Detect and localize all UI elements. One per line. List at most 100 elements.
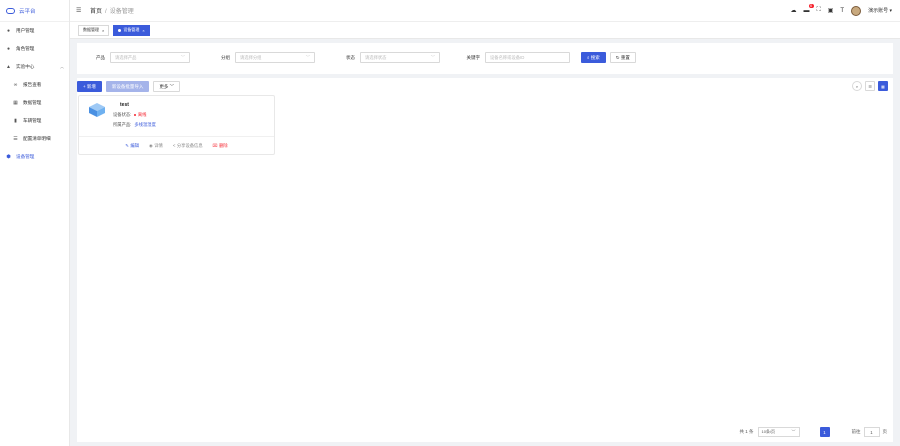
- sidebar-item-label: 实验中心: [16, 64, 35, 69]
- sidebar-item-lab-center[interactable]: ▲ 实验中心 ︿: [0, 58, 69, 76]
- user-icon: ●: [6, 27, 11, 34]
- sidebar: 云平台 ● 用户管理 ● 角色管理 ▲ 实验中心 ︿ ∞ 报告查看 ▦ 数据管理…: [0, 0, 70, 446]
- sidebar-item-label: 设备管理: [16, 154, 35, 159]
- sidebar-item-roles[interactable]: ● 角色管理: [0, 40, 69, 58]
- sidebar-item-data[interactable]: ▦ 数据管理: [0, 94, 69, 112]
- report-icon: ∞: [13, 81, 18, 88]
- breadcrumb-current: 设备管理: [109, 9, 134, 15]
- font-size-icon[interactable]: T: [840, 8, 844, 14]
- home-icon: ▲: [6, 63, 11, 70]
- sidebar-item-label: 车辆管理: [23, 118, 42, 123]
- tags-bar: 数据管理 × 设备管理 ×: [70, 22, 900, 39]
- delete-button[interactable]: ⌧ 删除: [213, 143, 228, 149]
- page-size-select[interactable]: 10条/页 ﹀: [757, 427, 800, 437]
- close-icon[interactable]: ×: [102, 28, 104, 33]
- search-form: 产品 请选择产品 ﹀ 分组 请选择分组 ﹀ 状态 请选择状态 ﹀ 关键字 设备名称或设…: [77, 43, 893, 74]
- tag-device-management[interactable]: 设备管理 ×: [113, 24, 150, 36]
- device-cube-icon: [89, 103, 105, 117]
- toolbar: + 新增 新设备批量导入 更多 ﹀: [77, 81, 181, 92]
- user-menu[interactable]: 演示账号 ▾: [868, 7, 892, 14]
- sidebar-item-label: 配置清单明细: [23, 136, 51, 141]
- logo[interactable]: 云平台: [0, 0, 69, 22]
- notification-badge: 6: [808, 3, 814, 8]
- device-product-link[interactable]: 多线温湿度: [134, 122, 155, 128]
- page-number-current[interactable]: 1: [819, 427, 830, 437]
- main-content: + 新增 新设备批量导入 更多 ﹀ ⌕ ☰ ▦ test 设备状态: 离线 所属…: [77, 78, 893, 442]
- pagination-total: 共 1 条: [739, 429, 754, 434]
- header-actions: ☁ ▬ 6 ⛶ ▣ T 演示账号 ▾: [791, 3, 892, 16]
- keyword-input[interactable]: 设备名称或设备ID: [485, 52, 570, 63]
- chevron-down-icon: ﹀: [169, 83, 175, 89]
- reset-button[interactable]: ↻ 重置: [609, 52, 636, 63]
- message-icon[interactable]: ▬ 6: [804, 3, 814, 14]
- header: ☰ 首页 / 设备管理 ☁ ▬ 6 ⛶ ▣ T 演示账号 ▾: [70, 0, 900, 22]
- device-status-row: 设备状态: 离线: [113, 112, 147, 118]
- chevron-down-icon: ﹀: [430, 54, 435, 60]
- eye-icon: ◉: [149, 142, 153, 148]
- keyword-label: 关键字: [466, 54, 481, 60]
- card-view-icon[interactable]: ▦: [878, 81, 888, 91]
- device-name: test: [120, 102, 129, 108]
- pagination-goto: 前往 1 页: [852, 427, 887, 437]
- status-label: 状态: [346, 54, 355, 60]
- logo-text: 云平台: [19, 8, 36, 15]
- pagination: 共 1 条 10条/页 ﹀ 1 前往 1 页: [739, 427, 887, 437]
- avatar[interactable]: [851, 5, 862, 16]
- trash-icon: ⌧: [212, 142, 218, 148]
- refresh-icon: ↻: [615, 54, 620, 60]
- device-card[interactable]: test 设备状态: 离线 所属产品: 多线温湿度 ✎ 编辑 ◉ 详情 < 分享设备信…: [78, 95, 275, 155]
- sidebar-item-report[interactable]: ∞ 报告查看: [0, 76, 69, 94]
- goto-page-input[interactable]: 1: [863, 427, 880, 437]
- batch-import-button[interactable]: 新设备批量导入: [105, 81, 150, 92]
- sidebar-item-label: 用户管理: [16, 28, 35, 33]
- cloud-upload-icon[interactable]: ☁: [791, 7, 797, 14]
- image-icon[interactable]: ▣: [828, 7, 834, 14]
- sidebar-item-vehicle[interactable]: ▮ 车辆管理: [0, 112, 69, 130]
- product-select[interactable]: 请选择产品 ﹀: [110, 52, 190, 63]
- share-button[interactable]: < 分享设备信息: [173, 143, 203, 149]
- sidebar-item-label: 数据管理: [23, 100, 42, 105]
- share-icon: <: [172, 143, 176, 148]
- product-label: 产品: [96, 54, 105, 60]
- grid-icon: ▦: [13, 99, 18, 106]
- chevron-up-icon: ︿: [60, 64, 64, 69]
- close-icon[interactable]: ×: [142, 28, 144, 33]
- edit-button[interactable]: ✎ 编辑: [125, 143, 139, 149]
- role-icon: ●: [6, 45, 11, 52]
- sidebar-item-label: 报告查看: [23, 82, 42, 87]
- view-tools: ⌕ ☰ ▦: [852, 81, 888, 91]
- sidebar-item-users[interactable]: ● 用户管理: [0, 22, 69, 40]
- more-button[interactable]: 更多 ﹀: [153, 81, 181, 92]
- group-select[interactable]: 请选择分组 ﹀: [235, 52, 315, 63]
- chevron-down-icon: ﹀: [791, 429, 796, 434]
- search-toggle-icon[interactable]: ⌕: [852, 81, 862, 91]
- search-button[interactable]: ⌕ 搜索: [581, 52, 606, 63]
- status-badge: 离线: [134, 112, 146, 118]
- list-icon: ☰: [13, 135, 18, 142]
- fullscreen-icon[interactable]: ⛶: [817, 7, 821, 14]
- active-dot-icon: [118, 28, 122, 32]
- tag-data-management[interactable]: 数据管理 ×: [78, 24, 110, 36]
- chevron-down-icon: ﹀: [305, 54, 310, 60]
- breadcrumb-home[interactable]: 首页: [90, 9, 102, 15]
- chevron-down-icon: ﹀: [180, 54, 185, 60]
- search-icon: ⌕: [587, 55, 590, 60]
- device-actions: ✎ 编辑 ◉ 详情 < 分享设备信息 ⌧ 删除: [79, 136, 274, 154]
- detail-button[interactable]: ◉ 详情: [149, 143, 163, 149]
- add-button[interactable]: + 新增: [77, 81, 102, 92]
- status-select[interactable]: 请选择状态 ﹀: [360, 52, 440, 63]
- search-buttons: ⌕ 搜索 ↻ 重置: [581, 52, 636, 63]
- bar-chart-icon: ▮: [14, 117, 17, 124]
- group-label: 分组: [221, 54, 230, 60]
- plus-icon: +: [83, 84, 86, 89]
- product-field-group: 产品 请选择产品 ﹀: [77, 52, 190, 63]
- list-view-icon[interactable]: ☰: [865, 81, 875, 91]
- keyword-field-group: 关键字 设备名称或设备ID: [452, 52, 570, 63]
- device-product-row: 所属产品: 多线温湿度: [113, 122, 156, 128]
- sidebar-item-config-list[interactable]: ☰ 配置清单明细: [0, 130, 69, 148]
- edit-icon: ✎: [125, 142, 129, 148]
- menu-fold-icon[interactable]: ☰: [76, 7, 84, 14]
- sidebar-item-label: 角色管理: [16, 46, 35, 51]
- breadcrumb: 首页 / 设备管理: [90, 9, 134, 15]
- sidebar-item-devices[interactable]: ⬢ 设备管理: [0, 148, 69, 166]
